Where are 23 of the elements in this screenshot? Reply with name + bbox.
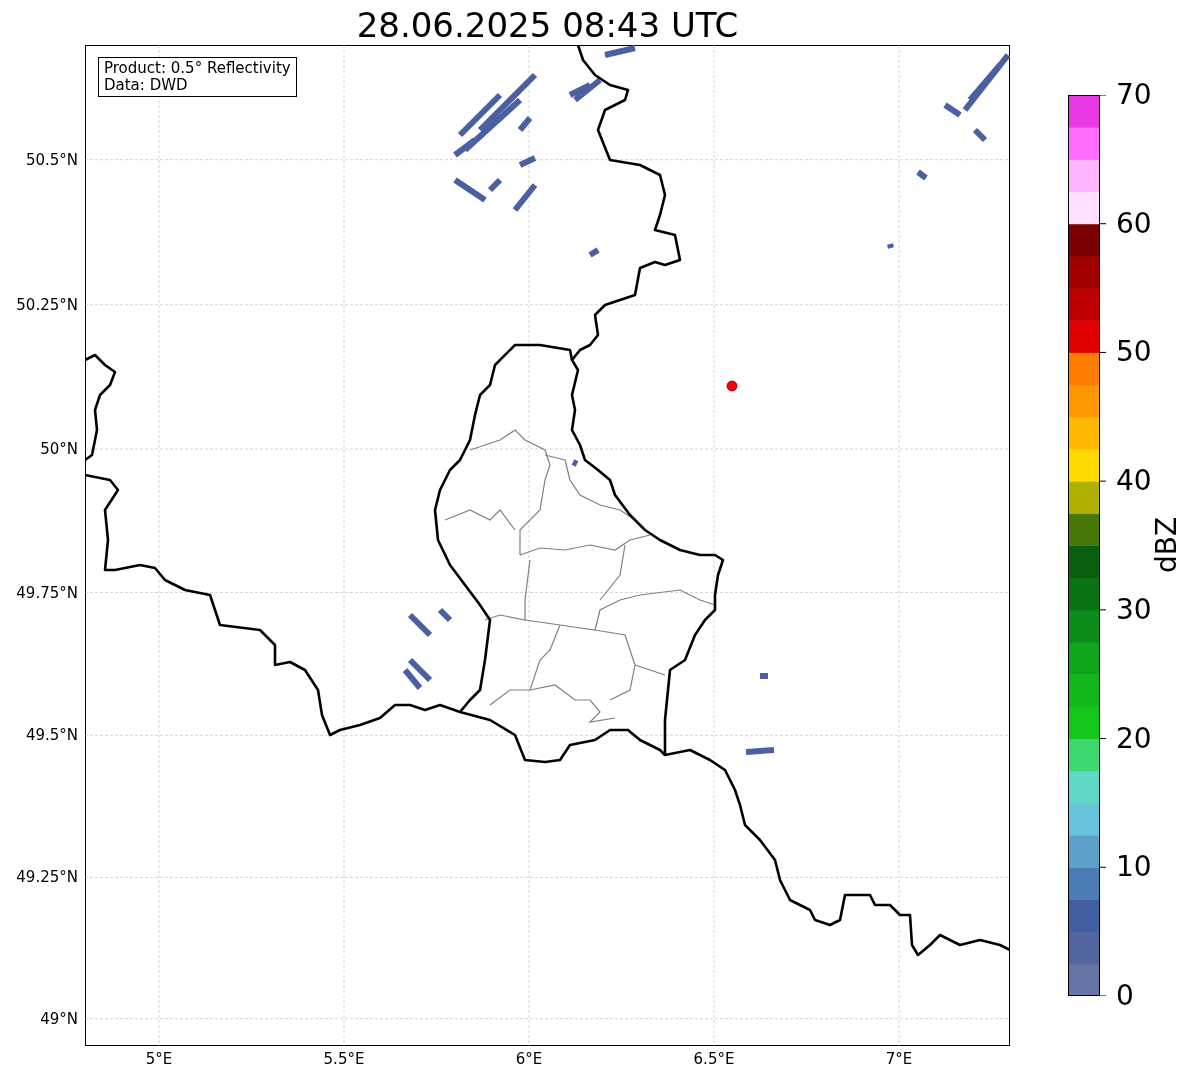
colorbar-tick-label: 20 <box>1116 724 1152 753</box>
latitude-label: 50.5°N <box>25 150 78 169</box>
colorbar-tick-label: 0 <box>1116 982 1134 1010</box>
longitude-label: 6°E <box>515 1050 543 1068</box>
colorbar-label: dBZ <box>1149 516 1183 574</box>
latitude-label: 50.25°N <box>16 295 78 314</box>
latitude-label: 49°N <box>40 1009 78 1028</box>
info-box: Product: 0.5° Reflectivity Data: DWD <box>98 57 297 97</box>
longitude-label: 5.5°E <box>323 1050 365 1068</box>
colorbar-tick-label: 70 <box>1116 81 1152 109</box>
colorbar-tick-label: 30 <box>1116 595 1152 624</box>
latitude-label: 49.5°N <box>25 726 78 745</box>
colorbar-tick-label: 50 <box>1116 338 1152 367</box>
longitude-label: 7°E <box>885 1050 913 1068</box>
longitude-label: 6.5°E <box>693 1050 735 1068</box>
latitude-label: 49.25°N <box>16 868 78 887</box>
latitude-label: 50°N <box>40 440 78 458</box>
colorbar-tick-label: 60 <box>1116 209 1152 238</box>
colorbar-tick-label: 10 <box>1116 853 1152 882</box>
plot-title: 28.06.2025 08:43 UTC <box>355 4 740 45</box>
longitude-label: 5°E <box>145 1050 173 1068</box>
latitude-label: 49.75°N <box>16 583 78 602</box>
colorbar-tick-label: 40 <box>1116 467 1152 496</box>
